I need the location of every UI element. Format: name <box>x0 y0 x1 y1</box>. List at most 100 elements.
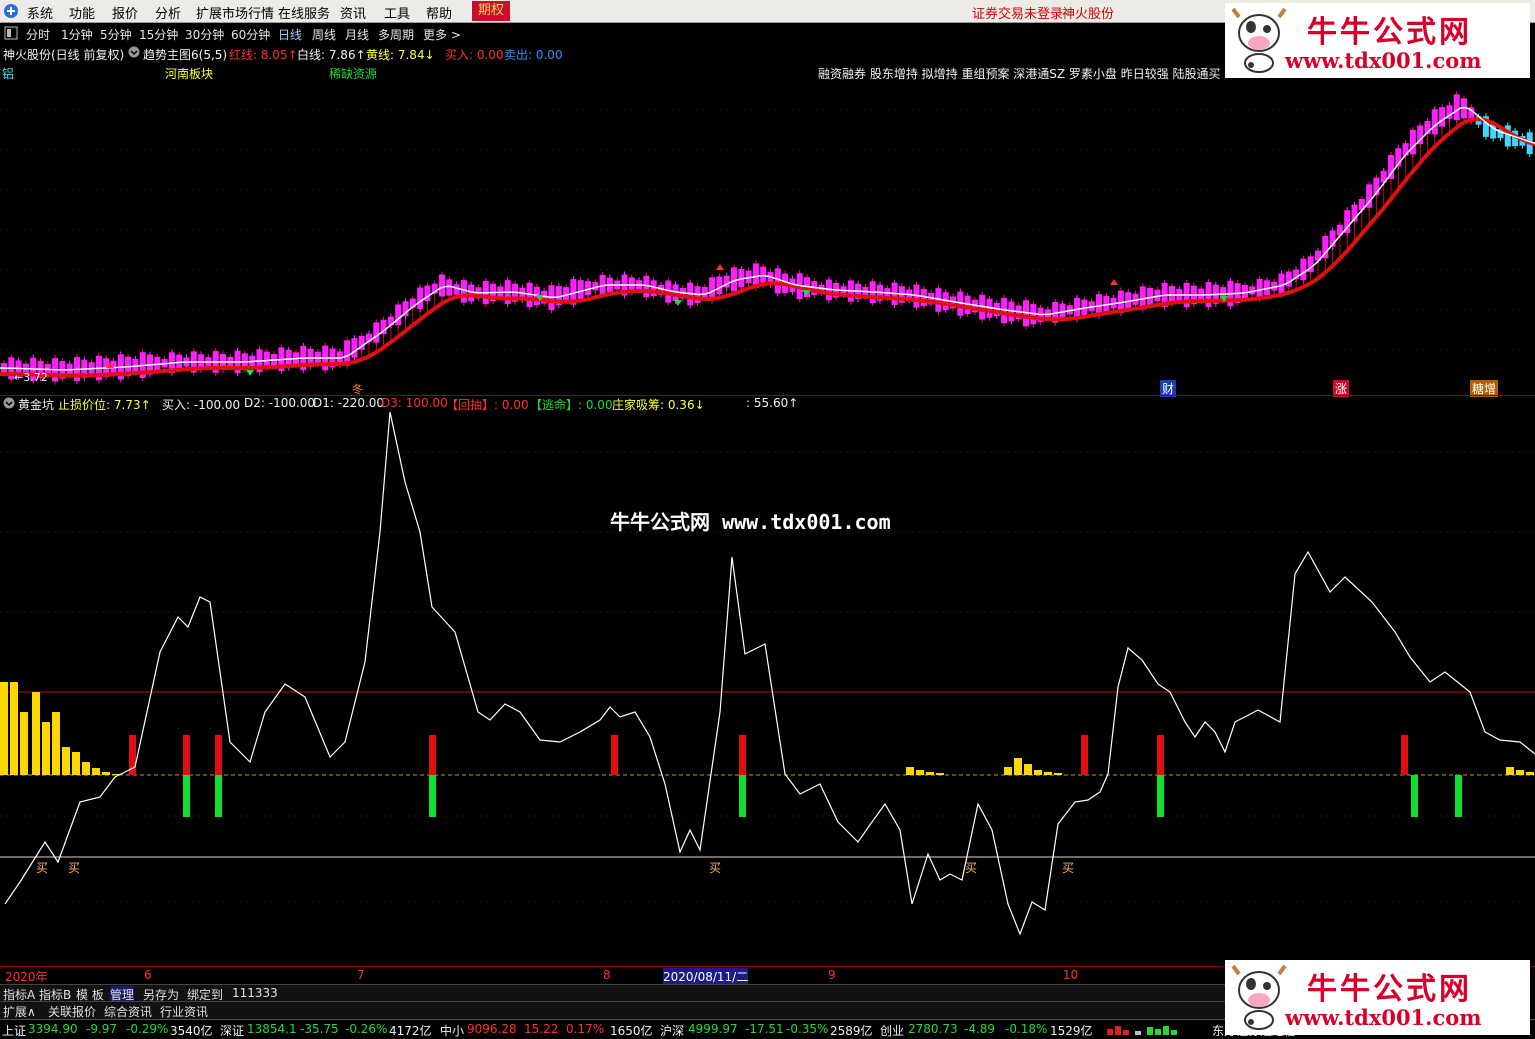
period-multi[interactable]: 多周期 <box>378 26 414 43</box>
indicator-name[interactable]: 趋势主图6(5,5) <box>143 46 227 63</box>
period-5min[interactable]: 5分钟 <box>100 26 132 43</box>
logo-title: 牛牛公式网 <box>1307 15 1472 50</box>
info-tabs: 扩展∧ 关联报价 综合资讯 行业资讯 <box>0 1001 1225 1019</box>
toolbar-toggle-icon[interactable] <box>4 26 18 43</box>
yellow-bar <box>936 773 944 775</box>
red-signal-bar <box>429 735 436 775</box>
cow-mascot-icon <box>1231 7 1287 73</box>
index-volume: 1529亿 <box>1050 1024 1093 1038</box>
candle-body <box>460 280 467 303</box>
green-signal-bar <box>429 775 436 817</box>
index-price: 4999.97 <box>688 1022 738 1036</box>
index-name[interactable]: 创业 <box>880 1022 904 1039</box>
sub-chart-header: 黄金坑 止损价位: 7.73↑ 买入: -100.00 D2: -100.00 … <box>0 396 1225 412</box>
period-15min[interactable]: 15分钟 <box>139 26 178 43</box>
green-signal-bar <box>183 775 190 817</box>
index-change: -9.97 <box>86 1022 118 1036</box>
period-30min[interactable]: 30分钟 <box>185 26 224 43</box>
menu-item-function[interactable]: 功能 <box>69 3 95 22</box>
yellow-bar <box>1024 764 1032 775</box>
index-name[interactable]: 深证 <box>220 1022 244 1039</box>
indicator-dropdown-icon[interactable] <box>128 46 140 61</box>
index-pct: -0.35% <box>786 1022 829 1036</box>
green-signal-bar <box>215 775 222 817</box>
period-monthly[interactable]: 月线 <box>345 26 369 43</box>
index-change: 15.22 <box>524 1022 559 1036</box>
red-signal-bar <box>1401 735 1408 775</box>
red-signal-bar <box>739 735 746 775</box>
period-1min[interactable]: 1分钟 <box>61 26 93 43</box>
menu-item-help[interactable]: 帮助 <box>426 3 452 22</box>
yellow-bar <box>1044 772 1052 775</box>
signal-arrow-icon <box>716 264 724 270</box>
tab-industry-news[interactable]: 行业资讯 <box>160 1003 208 1020</box>
menu-item-tools[interactable]: 工具 <box>384 3 410 22</box>
menu-item-analysis[interactable]: 分析 <box>155 3 181 22</box>
tab-comprehensive-news[interactable]: 综合资讯 <box>104 1003 152 1020</box>
period-60min[interactable]: 60分钟 <box>231 26 270 43</box>
menu-stock-name: 神火股份 <box>1062 7 1115 22</box>
red-trend-line <box>0 117 1535 378</box>
main-chart-header: 神火股份(日线 前复权) 趋势主图6(5,5) 红线: 8.05↑ 白线: 7.… <box>0 44 1225 62</box>
d2-value: D2: -100.00 <box>244 396 316 410</box>
candle-body <box>1431 109 1438 135</box>
candle-body <box>373 322 380 343</box>
index-name[interactable]: 中小 <box>440 1022 464 1039</box>
d1-value: D1: -220.00 <box>313 396 385 410</box>
menu-item-online[interactable]: 在线服务 <box>278 3 330 22</box>
login-status[interactable]: 证券交易未登录 <box>972 3 1063 22</box>
index-price: 9096.28 <box>467 1022 517 1036</box>
sub-indicator-dropdown-icon[interactable] <box>3 397 15 412</box>
indicator-chart[interactable] <box>0 412 1535 966</box>
tab-expand[interactable]: 扩展∧ <box>3 1003 36 1020</box>
yellow-bar <box>1054 773 1062 775</box>
candle-body <box>1402 143 1409 156</box>
time-axis-label: 8 <box>603 968 611 982</box>
period-more[interactable]: 更多 > <box>423 26 461 43</box>
sub-indicator-name[interactable]: 黄金坑 <box>18 396 54 413</box>
index-name[interactable]: 上证 <box>2 1022 26 1039</box>
yellow-bar <box>92 768 100 775</box>
time-axis-label: 10 <box>1063 968 1079 982</box>
time-axis-label: 9 <box>828 968 836 982</box>
period-fenshi[interactable]: 分时 <box>26 26 50 43</box>
sell-value: 卖出: 0.00 <box>504 48 563 62</box>
white-trend-line <box>0 106 1535 371</box>
time-axis-label: 6 <box>144 968 152 982</box>
index-volume: 3540亿 <box>170 1024 213 1038</box>
stop-loss-value: 止损价位: 7.73↑ <box>58 398 151 412</box>
indicator-tabs: 指标A 指标B 模 板 管理 另存为 绑定到 111333 <box>0 984 1225 1003</box>
cow-mascot-icon <box>1231 964 1287 1030</box>
yellow-bar <box>1014 758 1022 775</box>
yellow-bar <box>1506 767 1514 775</box>
candle-body <box>446 279 453 296</box>
candle-body <box>439 274 445 297</box>
buy-signal-label: 买 <box>709 861 722 875</box>
white-line-value: 白线: 7.86↑ <box>297 48 366 62</box>
tab-custom[interactable]: 111333 <box>232 986 278 1000</box>
index-name[interactable]: 沪深 <box>660 1022 684 1039</box>
yellow-bar <box>1526 772 1534 775</box>
tab-related-quote[interactable]: 关联报价 <box>48 1003 96 1020</box>
menu-item-quote[interactable]: 报价 <box>112 3 138 22</box>
period-weekly[interactable]: 周线 <box>312 26 336 43</box>
menu-item-news[interactable]: 资讯 <box>340 3 366 22</box>
menu-item-system[interactable]: 系统 <box>27 3 53 22</box>
app-icon[interactable] <box>3 3 19 23</box>
time-axis-label: 7 <box>357 968 365 982</box>
yellow-bar <box>1004 767 1012 775</box>
green-signal-bar <box>1157 775 1164 817</box>
index-volume: 4172亿 <box>389 1024 432 1038</box>
menu-item-ext-market[interactable]: 扩展市场行情 <box>196 3 274 22</box>
logo-url: www.tdx001.com <box>1285 48 1482 73</box>
menu-item-options[interactable]: 期权 <box>472 1 511 21</box>
period-daily[interactable]: 日线 <box>278 26 302 43</box>
time-axis-label: 2020年 <box>5 970 48 984</box>
candle-body <box>1409 129 1416 155</box>
candle-body <box>1453 94 1460 121</box>
yellow-bar <box>72 752 80 775</box>
price-chart[interactable] <box>0 80 1535 395</box>
buy-signal-label: 买 <box>36 861 49 875</box>
yellow-bar <box>42 722 50 775</box>
signal-arrow-icon <box>246 370 254 376</box>
